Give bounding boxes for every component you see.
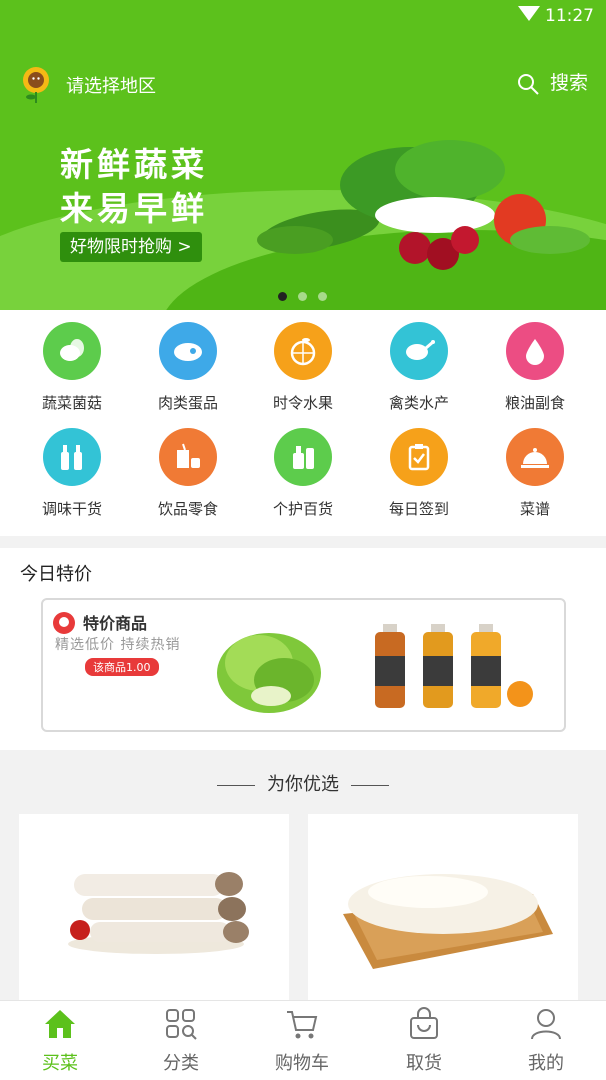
nav-label: 分类 (163, 1053, 199, 1074)
wifi-icon (518, 6, 540, 21)
category-label: 时令水果 (272, 394, 333, 412)
nav-label: 我的 (528, 1053, 564, 1074)
nav-item-cart[interactable]: 购物车 (252, 1007, 352, 1075)
special-logo-icon (53, 612, 75, 634)
bottom-nav: 买菜 分类 购物车 取货 我的 (0, 1000, 606, 1080)
special-offer-card[interactable]: 特价商品 精选低价 持续热销 该商品1.00 (41, 598, 566, 732)
banner-title: 新鲜蔬菜 (60, 145, 208, 184)
banner-pagination (278, 286, 338, 305)
home-icon (45, 1010, 75, 1038)
divider (217, 784, 255, 786)
orange-icon (274, 322, 332, 380)
category-vegetables[interactable]: 蔬菜菌菇 (14, 322, 130, 413)
category-label: 饮品零食 (157, 500, 218, 518)
section-title: 为你优选 (267, 774, 339, 795)
juice-bottle-image (471, 624, 501, 708)
category-poultry-seafood[interactable]: 禽类水产 (361, 322, 477, 413)
nav-item-buy[interactable]: 买菜 (10, 1007, 110, 1075)
pagination-dot[interactable] (298, 292, 307, 301)
vegetables-image (257, 140, 590, 270)
category-grain-oil[interactable]: 粮油副食 (477, 322, 593, 413)
recommend-section: 为你优选 (0, 750, 606, 1014)
cloche-icon (506, 428, 564, 486)
top-bar: 请选择地区 搜索 (0, 62, 606, 106)
search-button[interactable]: 搜索 (550, 68, 588, 95)
nav-item-category[interactable]: 分类 (131, 1007, 231, 1075)
recommend-header: 为你优选 (0, 770, 606, 796)
divider (351, 784, 389, 786)
bottles-icon (43, 428, 101, 486)
category-recipes[interactable]: 菜谱 (477, 428, 593, 519)
status-time: 11:27 (545, 6, 594, 26)
category-label: 粮油副食 (504, 394, 565, 412)
nav-label: 买菜 (42, 1053, 78, 1074)
category-label: 每日签到 (388, 500, 449, 518)
mushroom-product-image (68, 872, 249, 954)
banner-subtitle: 来易早鲜 (60, 189, 208, 228)
region-selector[interactable]: 请选择地区 (66, 72, 156, 98)
sunflower-logo-icon (23, 67, 49, 103)
category-label: 个护百货 (272, 500, 333, 518)
pagination-dot[interactable] (278, 292, 287, 301)
cart-icon (287, 1011, 318, 1039)
chicken-icon (390, 322, 448, 380)
category-personal-care[interactable]: 个护百货 (245, 428, 361, 519)
category-fruit[interactable]: 时令水果 (245, 322, 361, 413)
meat-icon (159, 322, 217, 380)
category-daily-checkin[interactable]: 每日签到 (361, 428, 477, 519)
nav-label: 取货 (406, 1053, 442, 1074)
clipboard-check-icon (390, 428, 448, 486)
search-icon[interactable] (516, 72, 540, 96)
lotion-icon (274, 428, 332, 486)
hero-banner[interactable]: 11:27 请选择地区 搜索 新鲜蔬菜 来易早鲜 好物限时抢购 > (0, 0, 606, 310)
category-label: 菜谱 (519, 500, 550, 518)
nav-label: 购物车 (275, 1053, 329, 1074)
lettuce-image (217, 633, 321, 713)
bag-icon (410, 1007, 438, 1039)
category-label: 肉类蛋品 (157, 394, 218, 412)
drink-icon (159, 428, 217, 486)
status-bar: 11:27 (0, 0, 606, 34)
category-seasoning[interactable]: 调味干货 (14, 428, 130, 519)
pagination-dot[interactable] (318, 292, 327, 301)
section-title: 今日特价 (20, 564, 92, 585)
category-label: 禽类水产 (388, 394, 449, 412)
banner-promo-button[interactable]: 好物限时抢购 > (60, 232, 202, 262)
product-card[interactable] (308, 814, 578, 1014)
special-card-title: 特价商品 (83, 614, 148, 633)
nav-item-mine[interactable]: 我的 (496, 1007, 596, 1075)
grid-search-icon (166, 1009, 197, 1040)
vegetable-icon (43, 322, 101, 380)
category-drinks-snacks[interactable]: 饮品零食 (130, 428, 246, 519)
price-tag: 该商品1.00 (85, 658, 159, 676)
juice-bottle-image (375, 624, 405, 708)
category-meat[interactable]: 肉类蛋品 (130, 322, 246, 413)
orange-slice-image (507, 681, 533, 707)
category-label: 蔬菜菌菇 (41, 394, 102, 412)
special-card-subtitle: 精选低价 持续热销 (55, 637, 181, 653)
product-card[interactable] (19, 814, 289, 1014)
oil-drop-icon (506, 322, 564, 380)
today-special-section: 今日特价 特价商品 精选低价 持续热销 该商品1.00 (0, 548, 606, 750)
enoki-product-image (343, 874, 553, 969)
category-label: 调味干货 (41, 500, 102, 518)
category-grid: 蔬菜菌菇 肉类蛋品 时令水果 禽类水产 粮油副食 调味干货 饮品零食 个护百货 … (0, 310, 606, 536)
nav-item-pickup[interactable]: 取货 (374, 1007, 474, 1075)
juice-bottle-image (423, 624, 453, 708)
user-icon (531, 1009, 561, 1040)
